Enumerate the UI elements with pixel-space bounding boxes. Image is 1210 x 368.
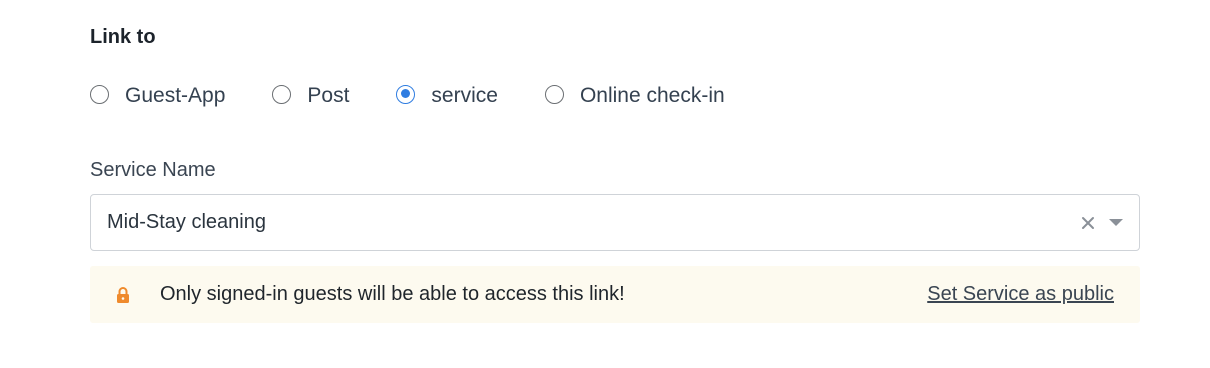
set-service-public-link[interactable]: Set Service as public [927,283,1114,306]
radio-label-online-check-in: Online check-in [579,84,725,107]
notice-text: Only signed-in guests will be able to ac… [160,283,625,305]
radio-button-online-check-in[interactable] [544,84,564,104]
radio-option-service[interactable]: service [396,82,498,107]
service-name-label: Service Name [90,159,216,181]
access-notice: Only signed-in guests will be able to ac… [90,266,1140,323]
radio-option-online-check-in[interactable]: Online check-in [544,82,725,107]
clear-icon[interactable] [1077,212,1099,234]
lock-icon [114,285,132,305]
service-name-value: Mid-Stay cleaning [107,211,266,233]
radio-label-post: Post [307,84,350,107]
radio-option-guest-app[interactable]: Guest-App [90,82,226,107]
link-to-heading: Link to [90,26,156,48]
link-to-radio-group: Guest-App Post service Online check-in [90,82,772,107]
service-name-select[interactable]: Mid-Stay cleaning [90,194,1140,251]
radio-label-guest-app: Guest-App [125,84,226,107]
radio-option-post[interactable]: Post [272,82,350,107]
radio-label-service: service [431,84,498,107]
radio-button-service[interactable] [396,84,416,104]
radio-button-post[interactable] [272,84,292,104]
chevron-down-icon[interactable] [1105,212,1127,234]
radio-button-guest-app[interactable] [90,84,109,104]
